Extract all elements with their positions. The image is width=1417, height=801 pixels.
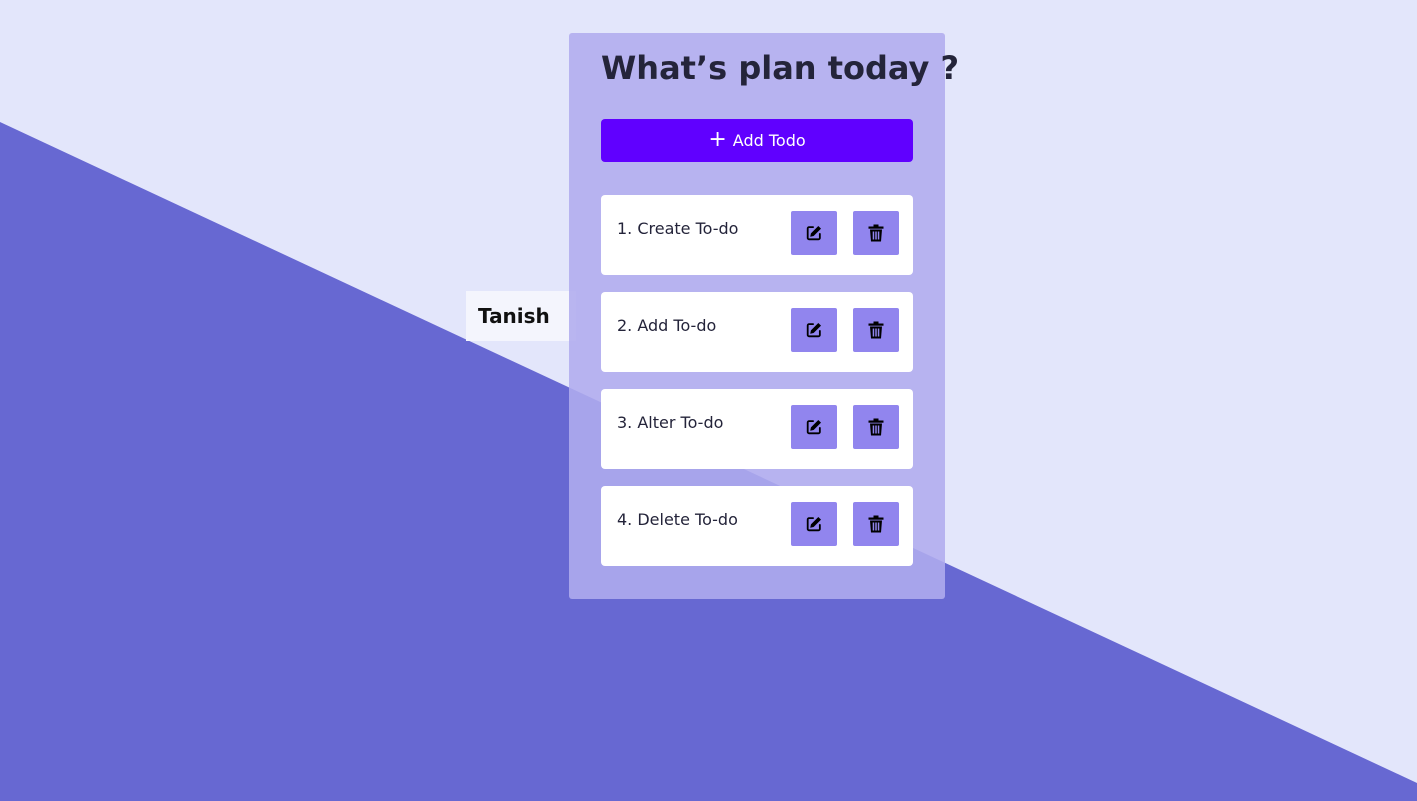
trash-icon — [868, 515, 884, 533]
edit-todo-button[interactable] — [791, 211, 837, 255]
edit-todo-button[interactable] — [791, 308, 837, 352]
todo-text: 2. Add To-do — [617, 316, 717, 335]
todo-list: 1. Create To-do 2. Add To-do 3. Alter To… — [601, 195, 913, 583]
todo-text: 4. Delete To-do — [617, 510, 738, 529]
edit-todo-button[interactable] — [791, 405, 837, 449]
todo-item: 2. Add To-do — [601, 292, 913, 372]
add-todo-button[interactable]: + Add Todo — [601, 119, 913, 162]
todo-text: 3. Alter To-do — [617, 413, 724, 432]
plus-icon: + — [708, 126, 727, 152]
trash-icon — [868, 418, 884, 436]
add-todo-label: Add Todo — [732, 131, 806, 150]
user-name-tag: Tanish — [466, 291, 576, 341]
todo-item: 1. Create To-do — [601, 195, 913, 275]
edit-todo-button[interactable] — [791, 502, 837, 546]
todo-text: 1. Create To-do — [617, 219, 739, 238]
app-root: Tanish What’s plan today ? + Add Todo 1.… — [0, 0, 1417, 801]
delete-todo-button[interactable] — [853, 502, 899, 546]
delete-todo-button[interactable] — [853, 308, 899, 352]
edit-icon — [806, 322, 822, 338]
todo-panel: What’s plan today ? + Add Todo 1. Create… — [569, 33, 959, 599]
edit-icon — [806, 516, 822, 532]
delete-todo-button[interactable] — [853, 211, 899, 255]
delete-todo-button[interactable] — [853, 405, 899, 449]
edit-icon — [806, 419, 822, 435]
todo-item: 3. Alter To-do — [601, 389, 913, 469]
trash-icon — [868, 224, 884, 242]
edit-icon — [806, 225, 822, 241]
trash-icon — [868, 321, 884, 339]
page-title: What’s plan today ? — [601, 49, 960, 87]
todo-item: 4. Delete To-do — [601, 486, 913, 566]
